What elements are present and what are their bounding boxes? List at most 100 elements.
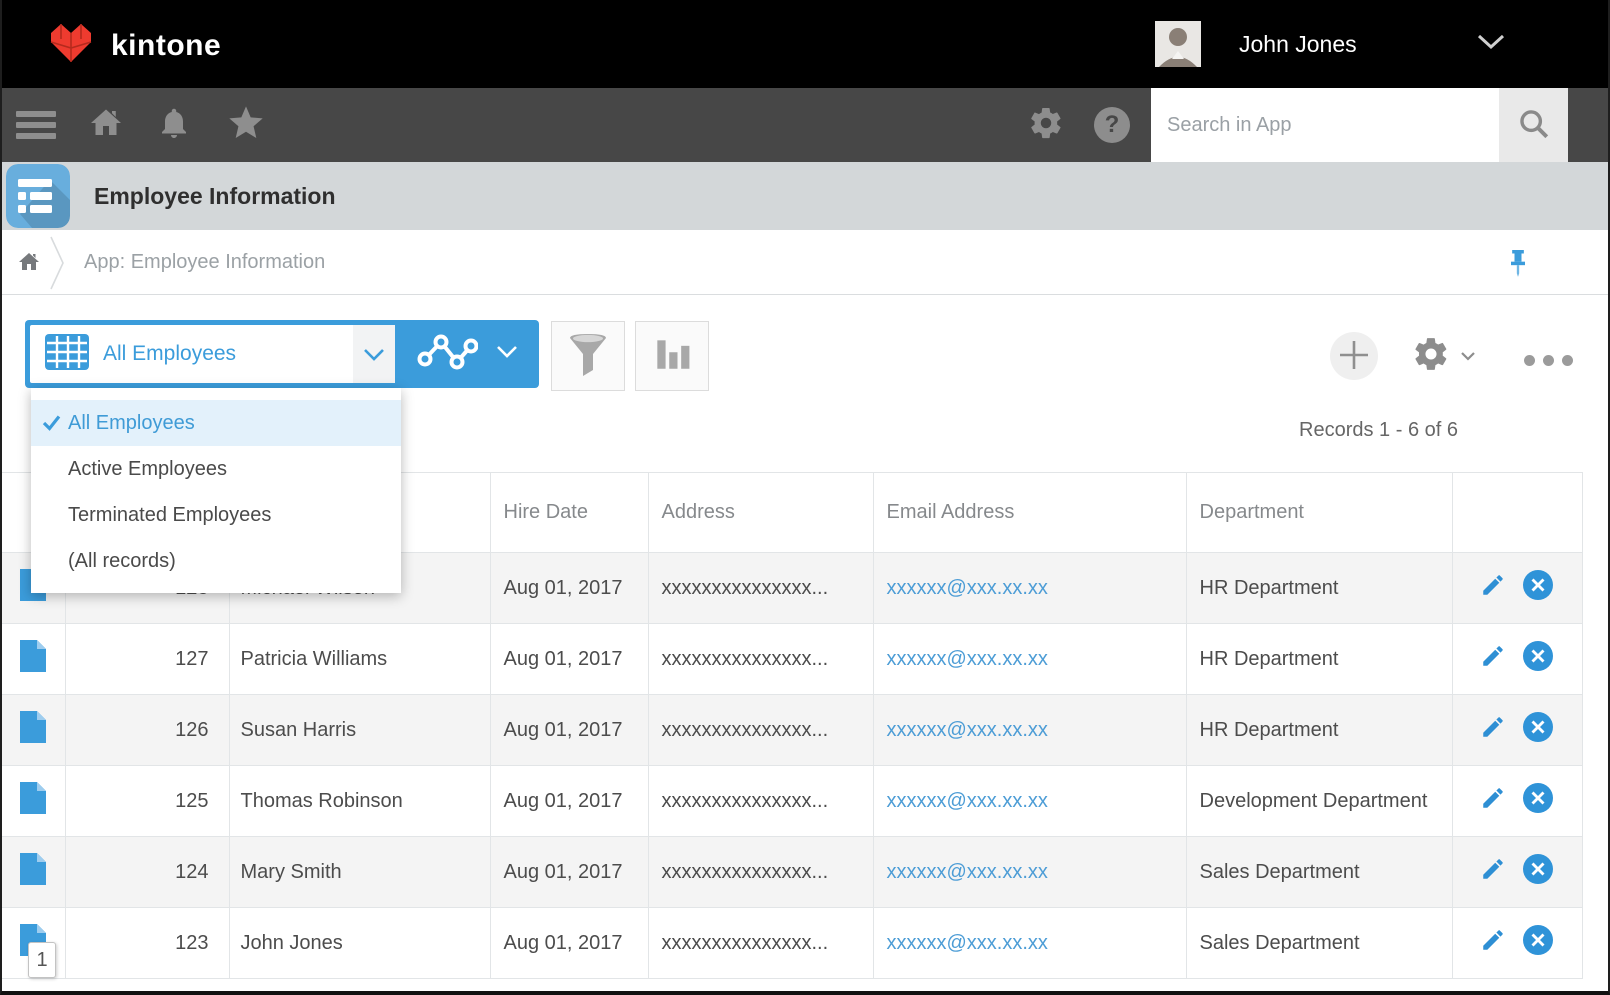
user-menu[interactable]: John Jones: [1155, 0, 1505, 88]
table-row[interactable]: 125 Thomas Robinson Aug 01, 2017 xxxxxxx…: [2, 766, 1582, 837]
line-chart-icon: [416, 332, 478, 377]
brand-name: kintone: [111, 29, 221, 63]
table-row[interactable]: 124 Mary Smith Aug 01, 2017 xxxxxxxxxxxx…: [2, 837, 1582, 908]
delete-record-button[interactable]: [1522, 711, 1554, 749]
record-icon-cell[interactable]: [2, 837, 65, 908]
app-list-icon[interactable]: [6, 164, 70, 233]
app-search: [1151, 88, 1568, 162]
help-button[interactable]: ?: [1090, 88, 1134, 162]
plus-icon: [1338, 339, 1370, 374]
record-name-cell: Mary Smith: [229, 837, 490, 908]
document-icon: [20, 726, 46, 748]
home-icon: [87, 105, 125, 146]
ellipsis-icon: [1524, 355, 1535, 366]
favorites-button[interactable]: [222, 88, 270, 162]
chevron-down-icon: [1460, 348, 1476, 366]
record-address-cell: xxxxxxxxxxxxxxx...: [648, 553, 873, 624]
records-summary: Records 1 - 6 of 6: [1299, 419, 1458, 442]
record-email-link[interactable]: xxxxxx@xxx.xx.xx: [873, 766, 1186, 837]
page-indicator[interactable]: 1: [28, 942, 56, 978]
record-number-cell: 125: [65, 766, 229, 837]
column-header-hire-date[interactable]: Hire Date: [490, 473, 648, 553]
delete-icon: [1522, 924, 1554, 962]
record-icon-cell[interactable]: [2, 766, 65, 837]
edit-record-button[interactable]: [1480, 856, 1506, 888]
record-name-cell: Thomas Robinson: [229, 766, 490, 837]
delete-icon: [1522, 569, 1554, 607]
star-icon: [226, 103, 266, 148]
pencil-icon: [1480, 785, 1506, 817]
record-email-link[interactable]: xxxxxx@xxx.xx.xx: [873, 908, 1186, 979]
view-selector-current[interactable]: All Employees: [30, 325, 395, 383]
view-dropdown-item[interactable]: All Employees: [31, 400, 401, 446]
pencil-icon: [1480, 927, 1506, 959]
filter-button[interactable]: [551, 321, 625, 391]
record-name-cell: Patricia Williams: [229, 624, 490, 695]
edit-record-button[interactable]: [1480, 927, 1506, 959]
delete-icon: [1522, 640, 1554, 678]
view-dropdown-item[interactable]: Terminated Employees: [31, 492, 401, 538]
record-hire-date-cell: Aug 01, 2017: [490, 695, 648, 766]
document-icon: [20, 655, 46, 677]
delete-record-button[interactable]: [1522, 924, 1554, 962]
delete-icon: [1522, 711, 1554, 749]
record-hire-date-cell: Aug 01, 2017: [490, 553, 648, 624]
column-header-department[interactable]: Department: [1186, 473, 1452, 553]
record-icon-cell[interactable]: [2, 624, 65, 695]
edit-record-button[interactable]: [1480, 714, 1506, 746]
kintone-brand[interactable]: kintone: [47, 20, 221, 71]
graph-button[interactable]: [395, 320, 539, 388]
notifications-button[interactable]: [152, 88, 196, 162]
record-hire-date-cell: Aug 01, 2017: [490, 908, 648, 979]
breadcrumb-app-link[interactable]: App: Employee Information: [84, 230, 325, 295]
edit-record-button[interactable]: [1480, 572, 1506, 604]
edit-record-button[interactable]: [1480, 643, 1506, 675]
search-button[interactable]: [1499, 88, 1568, 162]
view-dropdown-item[interactable]: (All records): [31, 538, 401, 584]
record-email-link[interactable]: xxxxxx@xxx.xx.xx: [873, 553, 1186, 624]
breadcrumb-separator: [48, 235, 66, 296]
record-department-cell: HR Department: [1186, 695, 1452, 766]
column-header-actions: [1452, 473, 1582, 553]
record-actions-cell: [1452, 908, 1582, 979]
edit-record-button[interactable]: [1480, 785, 1506, 817]
delete-record-button[interactable]: [1522, 853, 1554, 891]
funnel-icon: [566, 332, 610, 381]
column-header-email[interactable]: Email Address: [873, 473, 1186, 553]
record-department-cell: Development Department: [1186, 766, 1452, 837]
add-record-button[interactable]: [1330, 332, 1378, 380]
app-settings-menu[interactable]: [1412, 335, 1476, 378]
pin-icon[interactable]: [1508, 250, 1528, 283]
column-header-address[interactable]: Address: [648, 473, 873, 553]
help-icon: ?: [1094, 107, 1130, 143]
pencil-icon: [1480, 856, 1506, 888]
breadcrumb-home-icon[interactable]: [16, 250, 42, 279]
search-input[interactable]: [1151, 88, 1499, 162]
home-button[interactable]: [84, 88, 128, 162]
kintone-app-window: kintone John Jones: [0, 0, 1610, 995]
record-email-link[interactable]: xxxxxx@xxx.xx.xx: [873, 837, 1186, 908]
delete-record-button[interactable]: [1522, 569, 1554, 607]
gear-icon: [1028, 105, 1064, 146]
record-email-link[interactable]: xxxxxx@xxx.xx.xx: [873, 695, 1186, 766]
view-dropdown-item[interactable]: Active Employees: [31, 446, 401, 492]
record-icon-cell[interactable]: [2, 695, 65, 766]
table-row[interactable]: 123 John Jones Aug 01, 2017 xxxxxxxxxxxx…: [2, 908, 1582, 979]
view-selector-caret[interactable]: [353, 325, 395, 383]
record-number-cell: 126: [65, 695, 229, 766]
pencil-icon: [1480, 714, 1506, 746]
user-name: John Jones: [1239, 31, 1357, 58]
chart-button[interactable]: [635, 321, 709, 391]
record-number-cell: 123: [65, 908, 229, 979]
record-email-link[interactable]: xxxxxx@xxx.xx.xx: [873, 624, 1186, 695]
view-selector[interactable]: All Employees: [25, 320, 539, 388]
delete-record-button[interactable]: [1522, 640, 1554, 678]
settings-button[interactable]: [1024, 88, 1068, 162]
more-options-button[interactable]: [1524, 355, 1573, 366]
record-actions-cell: [1452, 766, 1582, 837]
bell-icon: [156, 104, 192, 147]
table-row[interactable]: 126 Susan Harris Aug 01, 2017 xxxxxxxxxx…: [2, 695, 1582, 766]
table-row[interactable]: 127 Patricia Williams Aug 01, 2017 xxxxx…: [2, 624, 1582, 695]
hamburger-menu-button[interactable]: [12, 88, 60, 162]
delete-record-button[interactable]: [1522, 782, 1554, 820]
